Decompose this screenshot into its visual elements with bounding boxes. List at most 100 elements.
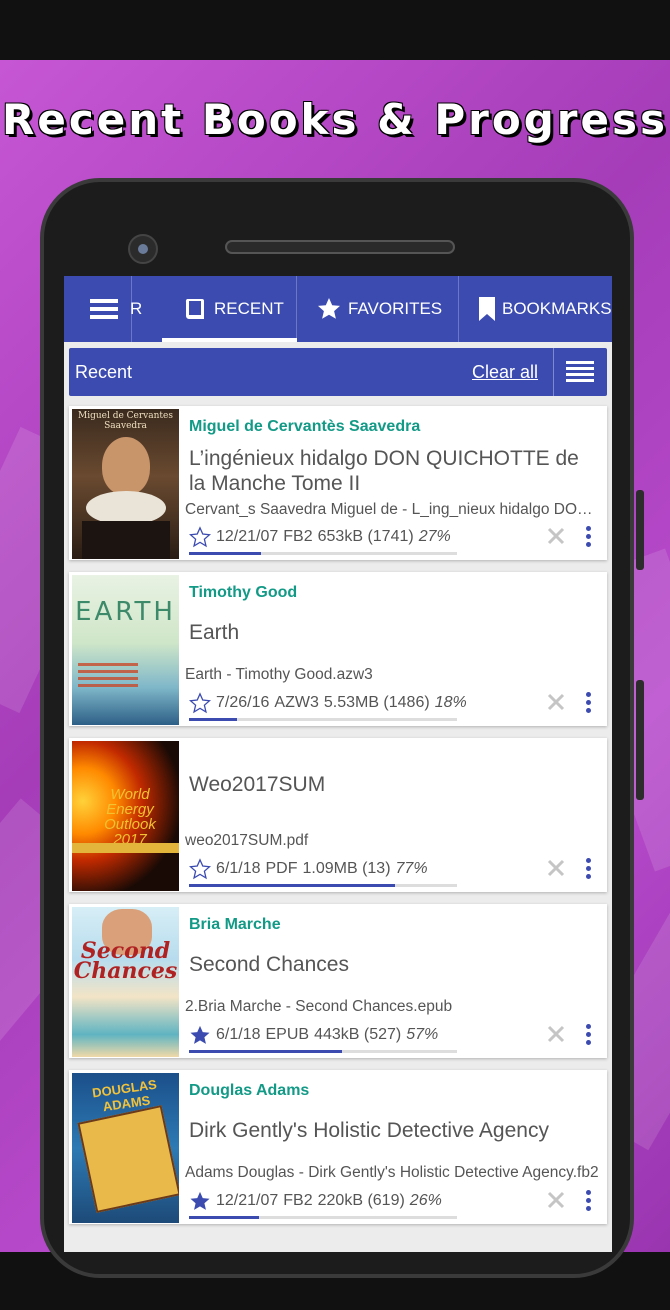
- tab-menu[interactable]: R: [64, 276, 162, 342]
- star-outline-icon[interactable]: [189, 526, 211, 548]
- book-size: 443kB (527): [314, 1026, 402, 1043]
- list-menu-icon[interactable]: [566, 360, 594, 384]
- book-author: Timothy Good: [189, 584, 298, 601]
- more-options-icon[interactable]: [586, 1190, 592, 1212]
- book-date: 12/21/07: [216, 528, 279, 545]
- book-author: Bria Marche: [189, 916, 281, 933]
- book-filename: weo2017SUM.pdf: [185, 832, 309, 849]
- book-cover: DOUGLAS ADAMS: [72, 1073, 179, 1223]
- book-filename: Adams Douglas - Dirk Gently's Holistic D…: [185, 1164, 599, 1181]
- book-meta: 7/26/16 AZW3 5.53MB (1486) 18%: [189, 692, 467, 714]
- book-size: 1.09MB (13): [302, 860, 391, 877]
- book-size: 220kB (619): [317, 1192, 405, 1209]
- tab-favorites[interactable]: FAVORITES: [297, 276, 459, 342]
- book-date: 6/1/18: [216, 1026, 261, 1043]
- book-percent: 26%: [409, 1192, 442, 1209]
- book-percent: 18%: [434, 694, 467, 711]
- book-title: Earth: [189, 621, 240, 644]
- book-percent: 77%: [395, 860, 428, 877]
- book-title: Dirk Gently's Holistic Detective Agency: [189, 1119, 549, 1142]
- book-cover: EARTH: [72, 575, 179, 725]
- top-bar: [0, 0, 670, 60]
- tab-recent[interactable]: RECENT: [162, 276, 297, 342]
- tab-favorites-label: FAVORITES: [348, 299, 443, 318]
- close-icon[interactable]: [546, 1024, 566, 1044]
- star-icon: [318, 298, 340, 319]
- recent-label: Recent: [75, 362, 133, 382]
- bookmark-icon: [479, 297, 495, 321]
- star-filled-icon[interactable]: [189, 1024, 211, 1046]
- hamburger-icon: [90, 299, 118, 319]
- book-format: FB2: [283, 528, 313, 545]
- star-filled-icon[interactable]: [189, 1190, 211, 1212]
- progress-fill: [189, 552, 262, 555]
- tab-bar: R RECENT FAVORITES BOOKMARKS: [64, 276, 612, 342]
- progress-bar: [189, 884, 457, 887]
- close-icon[interactable]: [546, 692, 566, 712]
- star-outline-icon[interactable]: [189, 858, 211, 880]
- book-card[interactable]: Miguel de Cervantes Saavedra Miguel de C…: [69, 406, 607, 560]
- close-icon[interactable]: [546, 858, 566, 878]
- book-meta: 6/1/18 PDF 1.09MB (13) 77%: [189, 858, 428, 880]
- headline: Recent Books & Progress: [2, 95, 668, 144]
- more-options-icon[interactable]: [586, 526, 592, 548]
- book-format: EPUB: [265, 1026, 310, 1043]
- book-title: L’ingénieux hidalgo DON QUICHOTTE de la …: [189, 447, 579, 495]
- book-format: AZW3: [274, 694, 319, 711]
- camera-icon: [128, 234, 158, 264]
- book-format: PDF: [265, 860, 298, 877]
- more-options-icon[interactable]: [586, 858, 592, 880]
- book-filename: Earth - Timothy Good.azw3: [185, 666, 373, 683]
- app-screen: R RECENT FAVORITES BOOKMARKS Recent Clea…: [64, 276, 612, 1252]
- progress-fill: [189, 1216, 259, 1219]
- book-meta: 12/21/07 FB2 220kB (619) 26%: [189, 1190, 442, 1212]
- book-cover: World Energy Outlook 2017: [72, 741, 179, 891]
- book-cover: Second Chances: [72, 907, 179, 1057]
- book-filename: Cervant_s Saavedra Miguel de - L_ing_nie…: [185, 501, 600, 518]
- book-size: 5.53MB (1486): [323, 694, 430, 711]
- more-options-icon[interactable]: [586, 692, 592, 714]
- book-format: FB2: [283, 1192, 313, 1209]
- tab-bookmarks-label: BOOKMARKS: [502, 299, 612, 318]
- book-card[interactable]: EARTH Timothy Good Earth Earth - Timothy…: [69, 572, 607, 726]
- book-meta: 6/1/18 EPUB 443kB (527) 57%: [189, 1024, 438, 1046]
- book-card[interactable]: DOUGLAS ADAMS Douglas Adams Dirk Gently'…: [69, 1070, 607, 1224]
- tab-recent-label: RECENT: [214, 299, 284, 318]
- book-meta: 12/21/07 FB2 653kB (1741) 27%: [189, 526, 451, 548]
- book-cover: Miguel de Cervantes Saavedra: [72, 409, 179, 559]
- progress-bar: [189, 1050, 457, 1053]
- book-title: Second Chances: [189, 953, 349, 976]
- cover-title: World Energy Outlook 2017: [104, 786, 156, 848]
- volume-key: [636, 680, 644, 800]
- speaker-grille: [225, 240, 455, 254]
- recent-header: Recent Clear all: [69, 348, 607, 396]
- tab-bookmarks[interactable]: BOOKMARKS: [459, 276, 612, 342]
- cover-title: Second Chances: [73, 938, 178, 984]
- progress-bar: [189, 718, 457, 721]
- book-percent: 27%: [418, 528, 451, 545]
- power-key: [636, 490, 644, 570]
- book-filename: 2.Bria Marche - Second Chances.epub: [185, 998, 453, 1015]
- book-icon: [185, 299, 204, 319]
- book-title: Weo2017SUM: [189, 773, 326, 796]
- clear-all-button[interactable]: Clear all: [472, 362, 538, 383]
- book-date: 12/21/07: [216, 1192, 279, 1209]
- book-size: 653kB (1741): [317, 528, 414, 545]
- progress-fill: [189, 718, 238, 721]
- progress-bar: [189, 1216, 457, 1219]
- book-date: 7/26/16: [216, 694, 270, 711]
- progress-fill: [189, 1050, 342, 1053]
- close-icon[interactable]: [546, 1190, 566, 1210]
- active-tab-indicator: [162, 338, 297, 342]
- star-outline-icon[interactable]: [189, 692, 211, 714]
- book-card[interactable]: World Energy Outlook 2017 Weo2017SUM weo…: [69, 738, 607, 892]
- more-options-icon[interactable]: [586, 1024, 592, 1046]
- book-percent: 57%: [406, 1026, 439, 1043]
- cover-title: EARTH: [75, 597, 176, 627]
- header-divider: [553, 348, 554, 396]
- book-date: 6/1/18: [216, 860, 261, 877]
- cover-title: Miguel de Cervantes Saavedra: [78, 411, 173, 431]
- book-author: Miguel de Cervantès Saavedra: [189, 418, 421, 435]
- close-icon[interactable]: [546, 526, 566, 546]
- book-card[interactable]: Second Chances Bria Marche Second Chance…: [69, 904, 607, 1058]
